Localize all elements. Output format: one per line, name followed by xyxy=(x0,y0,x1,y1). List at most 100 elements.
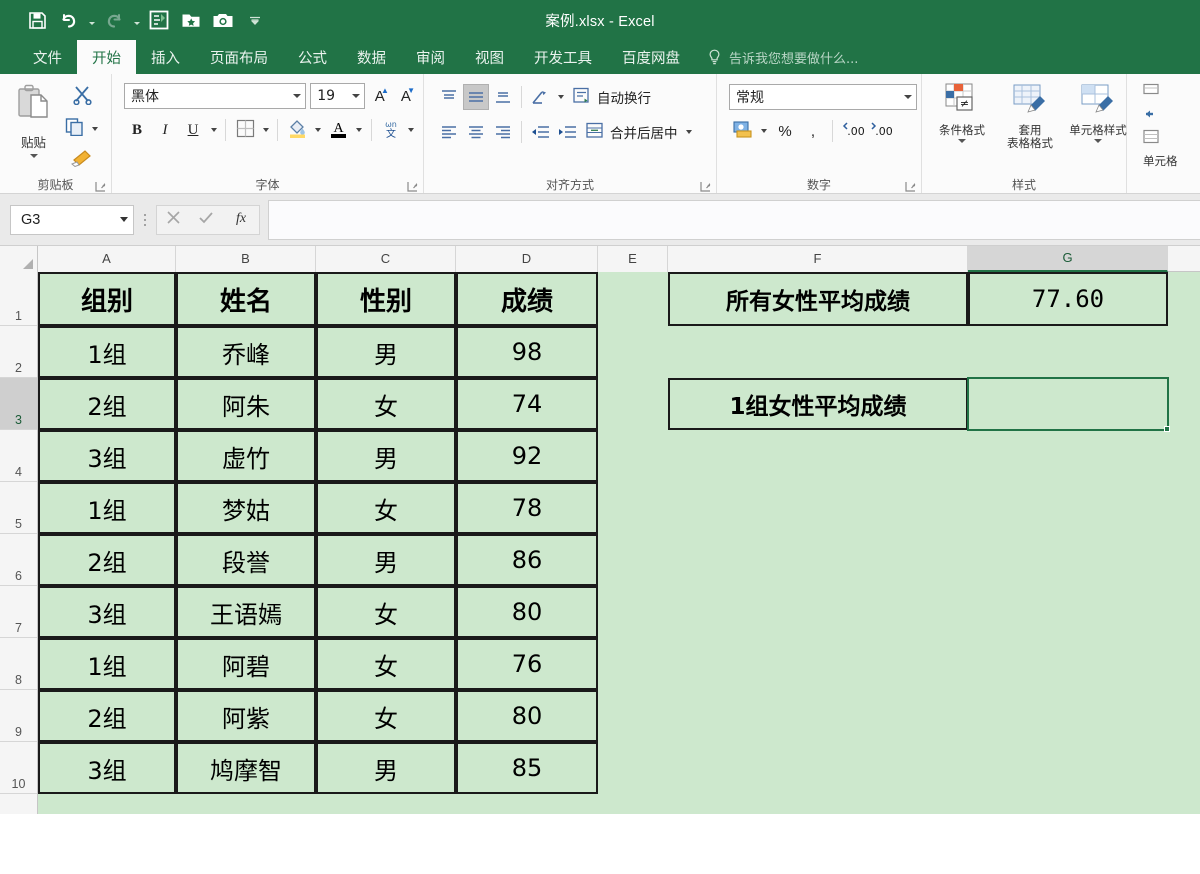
cell-C6[interactable]: 男 xyxy=(316,534,456,586)
row-header-6[interactable]: 6 xyxy=(0,534,37,586)
merge-center-button[interactable]: 合并后居中 xyxy=(581,119,700,145)
align-top-button[interactable] xyxy=(436,84,462,110)
column-header-D[interactable]: D xyxy=(456,246,598,272)
cell-C3[interactable]: 女 xyxy=(316,378,456,430)
cell-C7[interactable]: 女 xyxy=(316,586,456,638)
cell-C1[interactable]: 性别 xyxy=(316,272,456,326)
column-header-G[interactable]: G xyxy=(968,246,1168,272)
conditional-formatting-dropdown-icon[interactable] xyxy=(958,139,966,143)
cell-B3[interactable]: 阿朱 xyxy=(176,378,316,430)
shrink-font-button[interactable]: A ▼ xyxy=(395,83,417,109)
cell-D3[interactable]: 74 xyxy=(456,378,598,430)
formula-input[interactable] xyxy=(268,199,1200,240)
alignment-dialog-launcher-icon[interactable] xyxy=(700,181,711,192)
orientation-button[interactable] xyxy=(527,84,553,110)
cell-styles-dropdown-icon[interactable] xyxy=(1094,139,1102,143)
cell-B1[interactable]: 姓名 xyxy=(176,272,316,326)
tab-file[interactable]: 文件 xyxy=(18,40,77,74)
tab-review[interactable]: 审阅 xyxy=(401,40,460,74)
orientation-dropdown-icon[interactable] xyxy=(554,84,567,110)
name-box[interactable]: G3 xyxy=(10,204,134,235)
tab-developer[interactable]: 开发工具 xyxy=(519,40,607,74)
column-header-F[interactable]: F xyxy=(668,246,968,272)
cell-C5[interactable]: 女 xyxy=(316,482,456,534)
decrease-decimal-button[interactable]: .00 xyxy=(867,118,893,144)
phonetic-guide-button[interactable]: ωn 文 xyxy=(378,117,404,143)
save-icon[interactable] xyxy=(22,6,52,34)
tab-home[interactable]: 开始 xyxy=(77,40,136,74)
wrap-text-button[interactable]: 自动换行 xyxy=(568,84,655,110)
column-header-C[interactable]: C xyxy=(316,246,456,272)
font-color-dropdown-icon[interactable] xyxy=(354,117,365,143)
cell-styles-button[interactable]: 单元格样式 xyxy=(1064,82,1132,176)
cell-D8[interactable]: 76 xyxy=(456,638,598,690)
align-center-button[interactable] xyxy=(463,119,489,145)
cell-D9[interactable]: 80 xyxy=(456,690,598,742)
row-header-1[interactable]: 1 xyxy=(0,272,37,326)
row-header-9[interactable]: 9 xyxy=(0,690,37,742)
cell-A6[interactable]: 2组 xyxy=(38,534,176,586)
row-header-3[interactable]: 3 xyxy=(0,378,37,430)
insert-function-icon[interactable]: fx xyxy=(232,209,250,231)
cell-B9[interactable]: 阿紫 xyxy=(176,690,316,742)
underline-button[interactable]: U xyxy=(180,117,206,143)
customize-qat-icon[interactable] xyxy=(240,6,270,34)
select-all-corner[interactable] xyxy=(0,246,38,272)
redo-icon[interactable] xyxy=(99,6,129,34)
tab-view[interactable]: 视图 xyxy=(460,40,519,74)
cell-G3[interactable] xyxy=(968,378,1168,430)
cell-C8[interactable]: 女 xyxy=(316,638,456,690)
accounting-format-button[interactable] xyxy=(729,118,755,144)
fill-color-button[interactable] xyxy=(284,117,310,143)
align-middle-button[interactable] xyxy=(463,84,489,110)
cell-A2[interactable]: 1组 xyxy=(38,326,176,378)
fill-handle[interactable] xyxy=(1164,426,1170,432)
cell-A5[interactable]: 1组 xyxy=(38,482,176,534)
italic-button[interactable]: I xyxy=(152,117,178,143)
row-header-2[interactable]: 2 xyxy=(0,326,37,378)
format-as-table-button[interactable]: 套用 表格格式 xyxy=(996,82,1064,176)
copy-dropdown-icon[interactable] xyxy=(89,116,102,142)
font-color-button[interactable]: A xyxy=(326,117,352,143)
grow-font-button[interactable]: A ▲ xyxy=(369,83,391,109)
cell-C2[interactable]: 男 xyxy=(316,326,456,378)
row-header-10[interactable]: 10 xyxy=(0,742,37,794)
cell-B10[interactable]: 鸠摩智 xyxy=(176,742,316,794)
cell-F3[interactable]: 1组女性平均成绩 xyxy=(668,378,968,430)
clipboard-dialog-launcher-icon[interactable] xyxy=(95,181,106,192)
number-format-combobox[interactable]: 常规 xyxy=(729,84,917,110)
column-header-E[interactable]: E xyxy=(598,246,668,272)
align-right-button[interactable] xyxy=(490,119,516,145)
paste-button[interactable]: 贴贴 xyxy=(6,79,61,176)
tab-data[interactable]: 数据 xyxy=(342,40,401,74)
cell-C10[interactable]: 男 xyxy=(316,742,456,794)
row-header-5[interactable]: 5 xyxy=(0,482,37,534)
cell-D2[interactable]: 98 xyxy=(456,326,598,378)
cell-D7[interactable]: 80 xyxy=(456,586,598,638)
cell-A7[interactable]: 3组 xyxy=(38,586,176,638)
cell-B4[interactable]: 虚竹 xyxy=(176,430,316,482)
cell-A3[interactable]: 2组 xyxy=(38,378,176,430)
format-cells-icon[interactable] xyxy=(1143,129,1165,150)
percent-style-button[interactable]: % xyxy=(772,118,798,144)
cell-D5[interactable]: 78 xyxy=(456,482,598,534)
phonetic-dropdown-icon[interactable] xyxy=(406,117,417,143)
number-dialog-launcher-icon[interactable] xyxy=(905,181,916,192)
delete-cells-icon[interactable] xyxy=(1143,107,1165,126)
accounting-dropdown-icon[interactable] xyxy=(757,118,770,144)
cell-A8[interactable]: 1组 xyxy=(38,638,176,690)
copy-button[interactable] xyxy=(65,116,102,142)
increase-indent-button[interactable] xyxy=(554,119,580,145)
screenshot-camera-icon[interactable] xyxy=(208,6,238,34)
cell-B6[interactable]: 段誉 xyxy=(176,534,316,586)
format-painter-button[interactable] xyxy=(71,148,95,172)
favorites-folder-icon[interactable] xyxy=(176,6,206,34)
cell-B5[interactable]: 梦姑 xyxy=(176,482,316,534)
cell-A4[interactable]: 3组 xyxy=(38,430,176,482)
paste-dropdown-icon[interactable] xyxy=(29,154,38,158)
tell-me-box[interactable]: 告诉我您想要做什么... xyxy=(695,40,870,74)
cut-button[interactable] xyxy=(72,85,94,110)
insert-cells-icon[interactable] xyxy=(1143,83,1165,104)
comma-style-button[interactable]: , xyxy=(800,118,826,144)
borders-button[interactable] xyxy=(232,117,258,143)
